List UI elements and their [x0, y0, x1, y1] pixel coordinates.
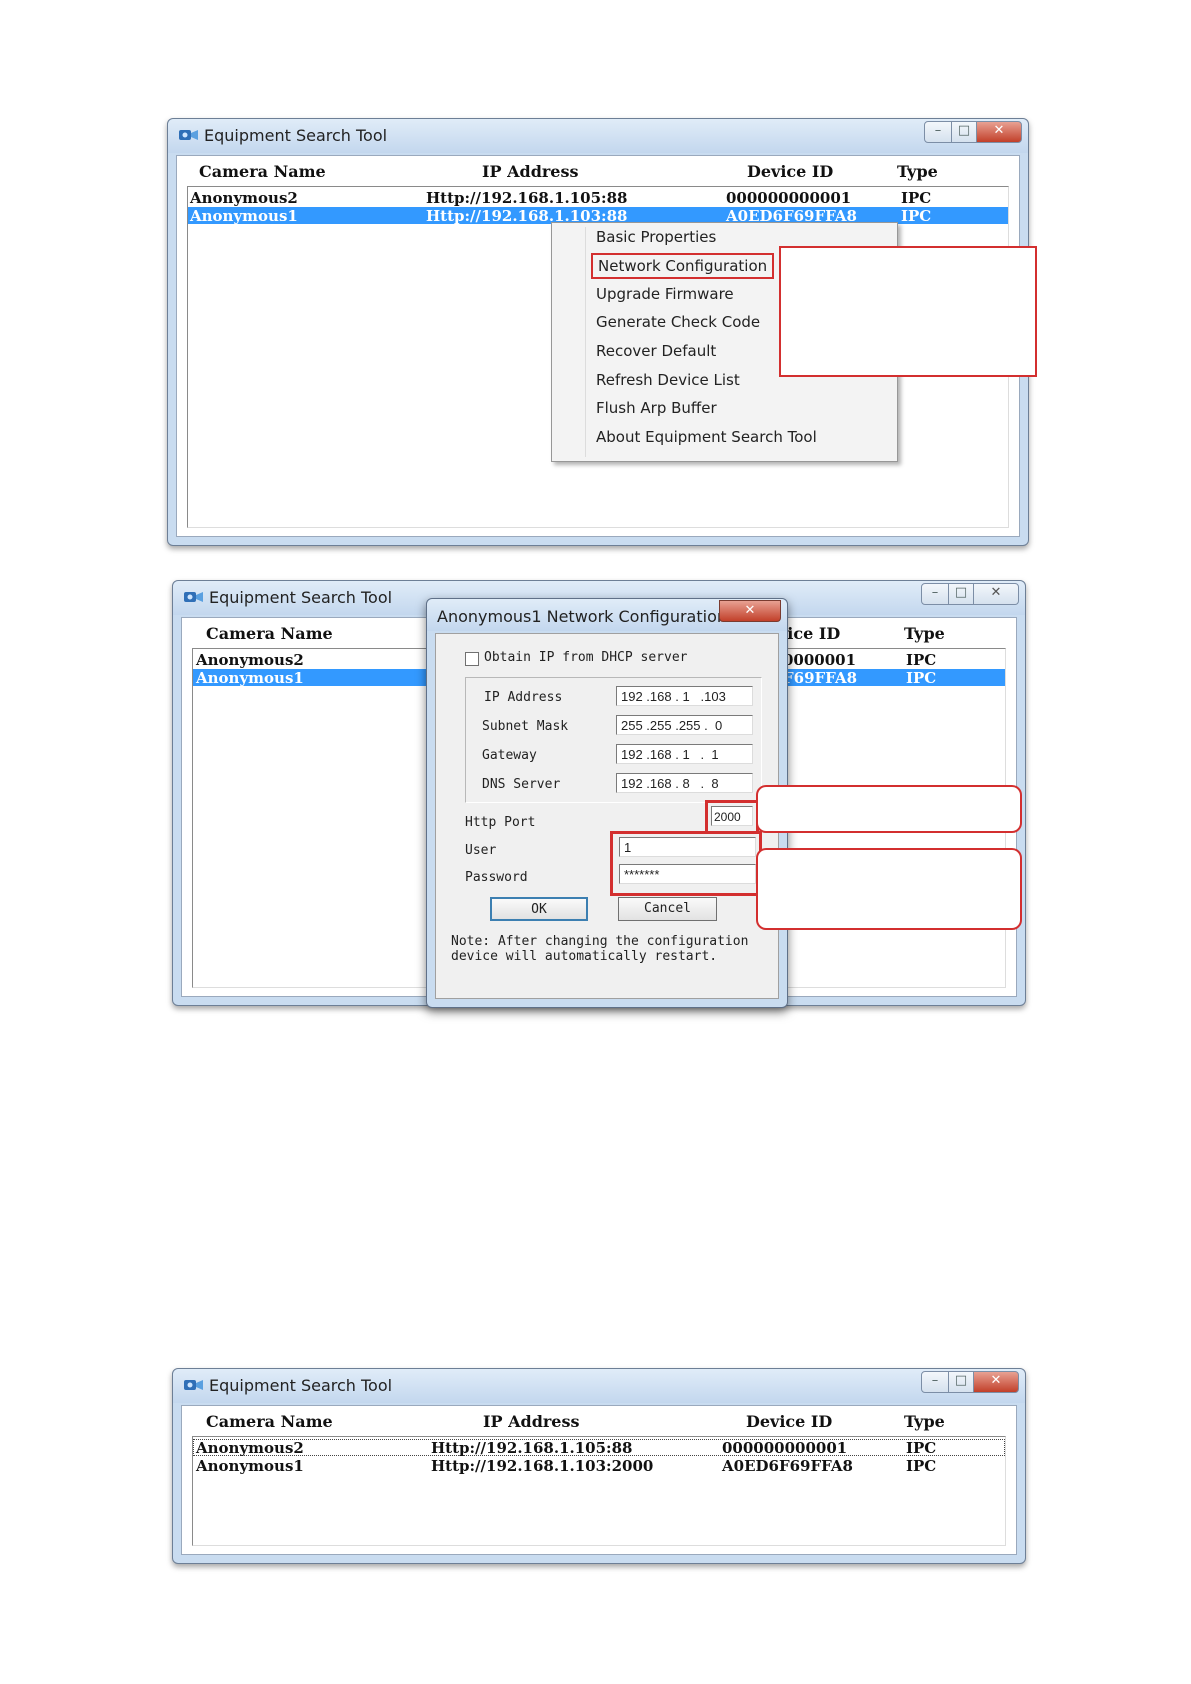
- password-label: Password: [465, 870, 528, 885]
- menu-gutter: [585, 227, 586, 457]
- dhcp-checkbox[interactable]: [465, 652, 479, 666]
- annotation-callout-credentials: [756, 848, 1022, 930]
- credentials-highlight: [610, 831, 762, 896]
- menu-item-refresh-device-list[interactable]: Refresh Device List: [596, 371, 740, 389]
- network-configuration-dialog: Anonymous1 Network Configuration ✕ Obtai…: [426, 598, 788, 1008]
- maximize-icon[interactable]: □: [951, 121, 977, 143]
- minimize-icon[interactable]: –: [924, 121, 952, 143]
- camera-search-icon: [184, 1380, 203, 1390]
- annotation-callout-port: [756, 785, 1022, 833]
- title-bar[interactable]: Equipment Search Tool – □ ✕: [173, 1369, 1025, 1403]
- dialog-title-bar[interactable]: Anonymous1 Network Configuration ✕: [427, 599, 787, 631]
- menu-item-basic-properties[interactable]: Basic Properties: [596, 228, 716, 246]
- menu-item-network-configuration[interactable]: Network Configuration: [591, 253, 775, 279]
- table-row[interactable]: Anonymous2 Http://192.168.1.105:88 00000…: [188, 189, 1008, 207]
- dns-server-label: DNS Server: [482, 777, 561, 792]
- dns-server-field[interactable]: 192 .168 . 8 . 8: [616, 773, 753, 793]
- column-header-camera-name[interactable]: Camera Name: [199, 162, 326, 181]
- type-cell: IPC: [906, 651, 937, 669]
- camera-name-cell: Anonymous2: [190, 189, 298, 207]
- column-header-ip-address[interactable]: IP Address: [483, 1412, 580, 1431]
- menu-item-flush-arp-buffer[interactable]: Flush Arp Buffer: [596, 399, 717, 417]
- ok-button[interactable]: OK: [490, 897, 588, 921]
- camera-name-cell: Anonymous2: [196, 1439, 304, 1457]
- dhcp-label: Obtain IP from DHCP server: [484, 650, 688, 665]
- ip-address-cell: Http://192.168.1.105:88: [426, 189, 628, 207]
- ip-address-field[interactable]: 192 .168 . 1 .103: [616, 686, 753, 706]
- device-id-cell: 0000001: [783, 651, 857, 669]
- gateway-label: Gateway: [482, 748, 537, 763]
- ip-address-label: IP Address: [484, 690, 563, 705]
- type-cell: IPC: [901, 189, 932, 207]
- close-icon[interactable]: ✕: [976, 121, 1022, 143]
- device-list[interactable]: Anonymous2 Http://192.168.1.105:88 00000…: [192, 1436, 1006, 1546]
- column-header-ip-address[interactable]: IP Address: [482, 162, 579, 181]
- table-row[interactable]: Anonymous1 Http://192.168.1.103:2000 A0E…: [193, 1457, 1005, 1475]
- type-cell: IPC: [906, 669, 937, 687]
- type-cell: IPC: [906, 1439, 937, 1457]
- gateway-field[interactable]: 192 .168 . 1 . 1: [616, 744, 753, 764]
- column-headers: Camera Name IP Address Device ID Type: [177, 162, 1019, 184]
- menu-item-upgrade-firmware[interactable]: Upgrade Firmware: [596, 285, 734, 303]
- ip-address-cell: Http://192.168.1.105:88: [431, 1439, 633, 1457]
- device-id-cell: F69FFA8: [783, 669, 858, 687]
- cancel-button[interactable]: Cancel: [618, 897, 717, 921]
- menu-item-generate-check-code[interactable]: Generate Check Code: [596, 313, 760, 331]
- camera-name-cell: Anonymous1: [190, 207, 298, 225]
- device-list-panel: Camera Name IP Address Device ID Type An…: [181, 1405, 1017, 1555]
- subnet-mask-label: Subnet Mask: [482, 719, 569, 734]
- menu-item-recover-default[interactable]: Recover Default: [596, 342, 716, 360]
- dialog-title: Anonymous1 Network Configuration: [437, 607, 727, 626]
- close-icon[interactable]: ✕: [973, 1371, 1019, 1393]
- column-header-camera-name[interactable]: Camera Name: [206, 1412, 333, 1431]
- camera-name-cell: Anonymous1: [196, 1457, 304, 1475]
- note-text-line-2: device will automatically restart.: [451, 949, 718, 964]
- maximize-icon[interactable]: □: [948, 1371, 974, 1393]
- close-icon[interactable]: ✕: [973, 583, 1019, 605]
- column-header-type[interactable]: Type: [904, 1412, 945, 1431]
- ip-address-cell: Http://192.168.1.103:2000: [431, 1457, 654, 1475]
- camera-search-icon: [179, 130, 198, 140]
- type-cell: IPC: [906, 1457, 937, 1475]
- title-bar[interactable]: Equipment Search Tool – □ ✕: [168, 119, 1028, 153]
- column-headers: Camera Name IP Address Device ID Type: [182, 1412, 1016, 1434]
- equipment-search-window-3: Equipment Search Tool – □ ✕ Camera Name …: [172, 1368, 1026, 1564]
- maximize-icon[interactable]: □: [948, 583, 974, 605]
- column-header-type[interactable]: Type: [897, 162, 938, 181]
- http-port-label: Http Port: [465, 815, 536, 830]
- subnet-mask-field[interactable]: 255 .255 .255 . 0: [616, 715, 753, 735]
- annotation-callout-box: [779, 246, 1037, 377]
- device-id-cell: 000000000001: [726, 189, 852, 207]
- camera-name-cell: Anonymous1: [196, 669, 304, 687]
- menu-item-about[interactable]: About Equipment Search Tool: [596, 428, 817, 446]
- device-id-cell: 000000000001: [722, 1439, 848, 1457]
- note-text-line-1: Note: After changing the configuration: [451, 934, 749, 949]
- dialog-body: Obtain IP from DHCP server IP Address 19…: [435, 633, 779, 999]
- close-icon[interactable]: ✕: [719, 600, 781, 622]
- column-header-device-id[interactable]: Device ID: [746, 1412, 832, 1431]
- column-header-type[interactable]: Type: [904, 624, 945, 643]
- window-title: Equipment Search Tool: [209, 588, 393, 607]
- column-header-camera-name[interactable]: Camera Name: [206, 624, 333, 643]
- device-id-cell: A0ED6F69FFA8: [722, 1457, 853, 1475]
- camera-search-icon: [184, 592, 203, 602]
- ip-settings-group: IP Address 192 .168 . 1 .103 Subnet Mask…: [465, 677, 762, 803]
- user-label: User: [465, 843, 497, 858]
- type-cell: IPC: [901, 207, 932, 225]
- table-row-focused[interactable]: Anonymous2 Http://192.168.1.105:88 00000…: [193, 1439, 1005, 1457]
- column-header-device-id[interactable]: Device ID: [747, 162, 833, 181]
- minimize-icon[interactable]: –: [921, 1371, 949, 1393]
- window-title: Equipment Search Tool: [204, 126, 388, 145]
- minimize-icon[interactable]: –: [921, 583, 949, 605]
- window-title: Equipment Search Tool: [209, 1376, 393, 1395]
- http-port-highlight: [705, 800, 759, 834]
- camera-name-cell: Anonymous2: [196, 651, 304, 669]
